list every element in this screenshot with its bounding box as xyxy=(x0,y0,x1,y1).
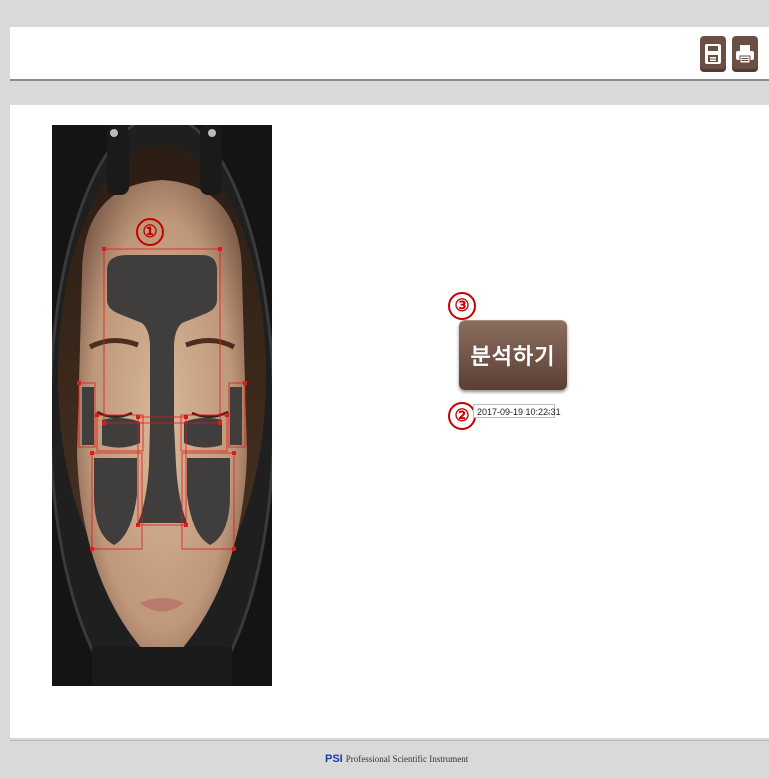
marker-3: ③ xyxy=(448,292,476,320)
analyze-button[interactable]: 분석하기 xyxy=(459,320,567,390)
date-select[interactable]: 2017-09-19 10:22:31 ⌄ xyxy=(473,404,561,418)
footer-tagline: Professional Scientific Instrument xyxy=(345,754,469,764)
marker-1: ① xyxy=(136,218,164,246)
save-button[interactable] xyxy=(700,36,726,72)
psi-logo-text: PSI xyxy=(325,753,343,765)
print-icon xyxy=(736,45,754,64)
print-button[interactable] xyxy=(732,36,758,72)
top-toolbar xyxy=(10,27,769,81)
footer: PSI Professional Scientific Instrument xyxy=(10,740,769,778)
save-icon xyxy=(705,44,721,64)
chevron-down-icon: ⌄ xyxy=(545,407,552,416)
face-analysis-image xyxy=(52,125,272,686)
marker-2: ② xyxy=(448,402,476,430)
main-panel: ① ③ ② 분석하기 2017-09-19 10:22:31 ⌄ xyxy=(10,105,769,738)
footer-logo: PSI Professional Scientific Instrument xyxy=(325,753,468,765)
face-image-panel xyxy=(52,125,272,686)
